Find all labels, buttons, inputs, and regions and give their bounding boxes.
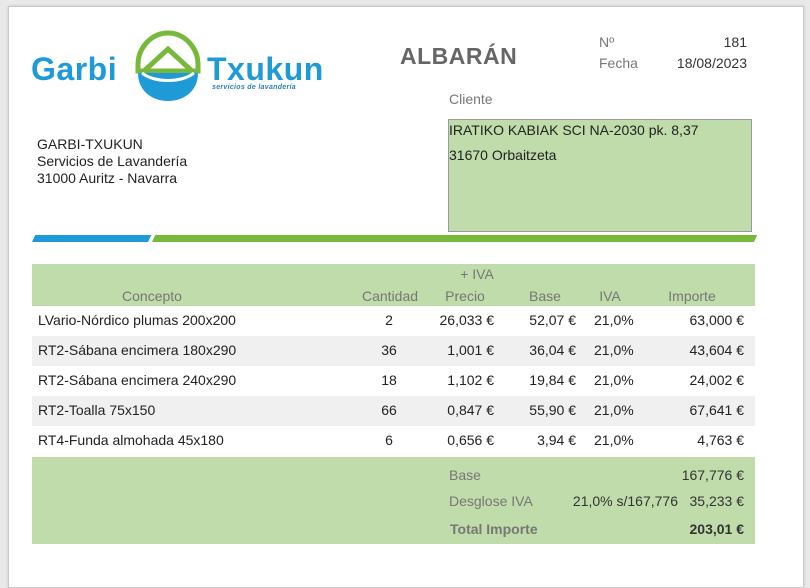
table-row: LVario-Nórdico plumas 200x200 2 26,033 €… <box>32 306 755 336</box>
row-cantidad: 36 <box>381 342 397 358</box>
client-label: Cliente <box>449 91 493 107</box>
row-cantidad: 2 <box>385 312 393 328</box>
table-row: RT2-Sábana encimera 240x290 18 1,102 € 1… <box>32 366 755 396</box>
row-concepto: LVario-Nórdico plumas 200x200 <box>38 312 236 328</box>
row-iva: 21,0% <box>594 312 634 328</box>
header-iva: IVA <box>599 288 621 304</box>
row-importe: 24,002 € <box>689 372 745 388</box>
row-importe: 63,000 € <box>689 312 745 328</box>
row-iva: 21,0% <box>594 402 634 418</box>
divider-blue <box>32 235 152 242</box>
header-precio: Precio <box>445 288 485 304</box>
row-concepto: RT2-Sábana encimera 180x290 <box>38 342 237 358</box>
divider-green <box>152 235 758 242</box>
totals-total-value: 203,01 € <box>689 521 745 537</box>
row-importe: 67,641 € <box>689 402 745 418</box>
row-precio: 26,033 € <box>439 312 495 328</box>
row-precio: 1,102 € <box>447 372 494 388</box>
issuer-name: GARBI-TXUKUN <box>37 136 143 152</box>
client-line-2: 31670 Orbaitzeta <box>449 147 557 163</box>
table-row: RT2-Sábana encimera 180x290 36 1,001 € 3… <box>32 336 755 366</box>
row-cantidad: 66 <box>381 402 397 418</box>
number-label: Nº <box>599 34 615 50</box>
number-value: 181 <box>723 34 747 50</box>
totals-desglose-value: 35,233 € <box>689 493 745 509</box>
drop-emblem-icon <box>135 30 201 101</box>
row-iva: 21,0% <box>594 432 634 448</box>
header-base: Base <box>529 288 561 304</box>
header-cantidad: Cantidad <box>361 288 419 304</box>
row-importe: 43,604 € <box>689 342 745 358</box>
client-line-1: IRATIKO KABIAK SCI NA-2030 pk. 8,37 <box>449 122 699 138</box>
logo-tagline: servicios de lavandería <box>212 84 296 91</box>
logo-word-right: Txukun <box>207 51 324 87</box>
document-title: ALBARÁN <box>400 43 518 69</box>
totals-panel: Base 167,776 € Desglose IVA 21,0% s/167,… <box>32 457 755 544</box>
row-base: 52,07 € <box>529 312 576 328</box>
totals-total-label: Total Importe <box>450 521 538 537</box>
date-label: Fecha <box>599 55 638 71</box>
row-precio: 1,001 € <box>447 342 494 358</box>
delivery-note-sheet: Garbi Txukun servicios de lavandería ALB… <box>8 6 804 588</box>
header-concepto: Concepto <box>122 288 182 304</box>
row-cantidad: 6 <box>385 432 393 448</box>
row-base: 55,90 € <box>529 402 576 418</box>
row-iva: 21,0% <box>594 372 634 388</box>
row-concepto: RT4-Funda almohada 45x180 <box>38 432 224 448</box>
row-precio: 0,656 € <box>447 432 494 448</box>
header-iva-note: + IVA <box>460 266 494 282</box>
issuer-block: GARBI-TXUKUN Servicios de Lavandería 310… <box>37 136 187 187</box>
date-value: 18/08/2023 <box>676 55 747 71</box>
header-importe: Importe <box>668 288 716 304</box>
row-importe: 4,763 € <box>697 432 744 448</box>
row-iva: 21,0% <box>594 342 634 358</box>
totals-desglose-label: Desglose IVA <box>449 493 533 509</box>
row-concepto: RT2-Sábana encimera 240x290 <box>38 372 237 388</box>
row-base: 19,84 € <box>529 372 576 388</box>
row-base: 3,94 € <box>537 432 576 448</box>
totals-base-label: Base <box>449 467 481 483</box>
issuer-line-1: Servicios de Lavandería <box>37 153 188 169</box>
row-cantidad: 18 <box>381 372 397 388</box>
row-concepto: RT2-Toalla 75x150 <box>38 402 156 418</box>
totals-base-value: 167,776 € <box>681 467 744 483</box>
table-row: RT4-Funda almohada 45x180 6 0,656 € 3,94… <box>32 426 755 456</box>
table-row: RT2-Toalla 75x150 66 0,847 € 55,90 € 21,… <box>32 396 755 426</box>
row-base: 36,04 € <box>529 342 576 358</box>
totals-desglose-detail: 21,0% s/167,776 <box>572 493 678 509</box>
issuer-line-2: 31000 Auritz - Navarra <box>37 170 178 186</box>
brand-logo: Garbi Txukun servicios de lavandería <box>31 29 341 111</box>
logo-word-left: Garbi <box>31 51 118 87</box>
table-header: + IVA Concepto Cantidad Precio Base IVA … <box>32 264 755 306</box>
client-box: IRATIKO KABIAK SCI NA-2030 pk. 8,37 3167… <box>448 119 752 232</box>
row-precio: 0,847 € <box>447 402 494 418</box>
